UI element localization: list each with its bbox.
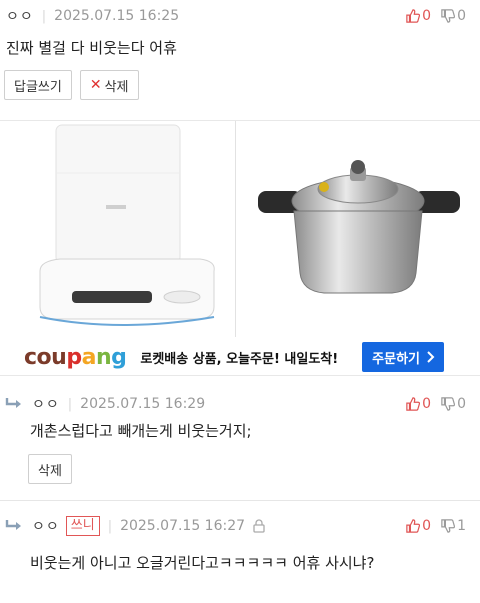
post-actions: 답글쓰기 ✕ 삭제 <box>4 70 139 100</box>
upvote-count: 0 <box>422 8 432 24</box>
upvote-button[interactable]: 0 <box>406 8 431 24</box>
post-timestamp: 2025.07.15 16:25 <box>54 8 180 24</box>
logo-part: g <box>111 344 127 370</box>
reply-arrow-icon <box>5 520 21 530</box>
downvote-count: 1 <box>457 518 466 534</box>
coupang-ad[interactable]: coupang 로켓배송 상품, 오늘주문! 내일도착! 주문하기 <box>0 120 480 376</box>
upvote-count: 0 <box>422 518 432 534</box>
vote-area: 0 1 <box>406 518 466 534</box>
downvote-button[interactable]: 1 <box>441 518 466 534</box>
thumbs-up-icon <box>406 397 421 411</box>
downvote-count: 0 <box>457 8 466 24</box>
pressure-cooker-illustration <box>258 160 460 294</box>
comment-author[interactable]: ㅇㅇ <box>32 394 60 414</box>
downvote-button[interactable]: 0 <box>441 8 466 24</box>
post-meta: ㅇㅇ | 2025.07.15 16:25 0 0 <box>6 6 466 26</box>
meta-separator: | <box>67 396 73 412</box>
ad-products <box>0 121 480 337</box>
comment: ㅇㅇ | 2025.07.15 16:29 0 0 개촌스럽다고 빼개는게 비웃… <box>0 390 480 496</box>
vote-area: 0 0 <box>406 8 466 24</box>
meta-separator: | <box>41 8 47 24</box>
thumbs-down-icon <box>441 9 456 23</box>
delete-button[interactable]: ✕ 삭제 <box>79 70 139 100</box>
post: ㅇㅇ | 2025.07.15 16:25 0 0 진짜 별걸 다 비웃는다 어… <box>0 0 480 120</box>
reply-button[interactable]: 답글쓰기 <box>4 70 72 100</box>
lock-icon <box>253 519 265 533</box>
thumbs-down-icon <box>441 519 456 533</box>
close-icon: ✕ <box>89 77 102 93</box>
delete-label: 삭제 <box>104 79 129 95</box>
robot-vacuum-image[interactable] <box>0 121 236 337</box>
chevron-right-icon <box>427 351 435 363</box>
logo-part: p <box>66 344 82 370</box>
thumbs-down-icon <box>441 397 456 411</box>
upvote-button[interactable]: 0 <box>406 396 431 412</box>
delete-button[interactable]: 삭제 <box>28 454 72 484</box>
robot-vacuum-illustration <box>39 124 215 326</box>
comment-content: 개촌스럽다고 빼개는게 비웃는거지; <box>30 422 252 440</box>
post-content: 진짜 별걸 다 비웃는다 어휴 <box>6 39 177 57</box>
logo-part: cou <box>24 344 67 370</box>
coupang-logo: coupang <box>24 344 127 370</box>
order-now-label: 주문하기 <box>372 351 420 367</box>
post-author[interactable]: ㅇㅇ <box>6 6 34 26</box>
upvote-count: 0 <box>422 396 432 412</box>
comment: ㅇㅇ 쓰니 | 2025.07.15 16:27 0 1 비웃는게 아니고 오글… <box>0 512 480 600</box>
order-now-button[interactable]: 주문하기 <box>362 342 444 372</box>
comment-author[interactable]: ㅇㅇ <box>32 516 60 536</box>
thumbs-up-icon <box>406 9 421 23</box>
divider <box>0 500 480 501</box>
logo-part: a <box>81 344 97 370</box>
comment-timestamp: 2025.07.15 16:29 <box>80 396 206 412</box>
pressure-cooker-image[interactable] <box>236 121 480 337</box>
ad-slogan: 로켓배송 상품, 오늘주문! 내일도착! <box>140 351 339 367</box>
downvote-count: 0 <box>457 396 466 412</box>
comment-meta: ㅇㅇ | 2025.07.15 16:29 0 0 <box>4 394 466 414</box>
comment-timestamp: 2025.07.15 16:27 <box>120 518 246 534</box>
upvote-button[interactable]: 0 <box>406 518 431 534</box>
reply-arrow-icon <box>5 398 21 408</box>
ad-banner[interactable]: coupang 로켓배송 상품, 오늘주문! 내일도착! 주문하기 <box>0 337 480 377</box>
op-badge: 쓰니 <box>65 516 100 536</box>
logo-part: n <box>95 344 112 370</box>
thumbs-up-icon <box>406 519 421 533</box>
comment-content: 비웃는게 아니고 오글거린다고ㅋㅋㅋㅋㅋ 어휴 사시냐? <box>30 554 375 572</box>
vote-area: 0 0 <box>406 396 466 412</box>
downvote-button[interactable]: 0 <box>441 396 466 412</box>
comment-meta: ㅇㅇ 쓰니 | 2025.07.15 16:27 0 1 <box>4 516 466 536</box>
meta-separator: | <box>107 518 113 534</box>
